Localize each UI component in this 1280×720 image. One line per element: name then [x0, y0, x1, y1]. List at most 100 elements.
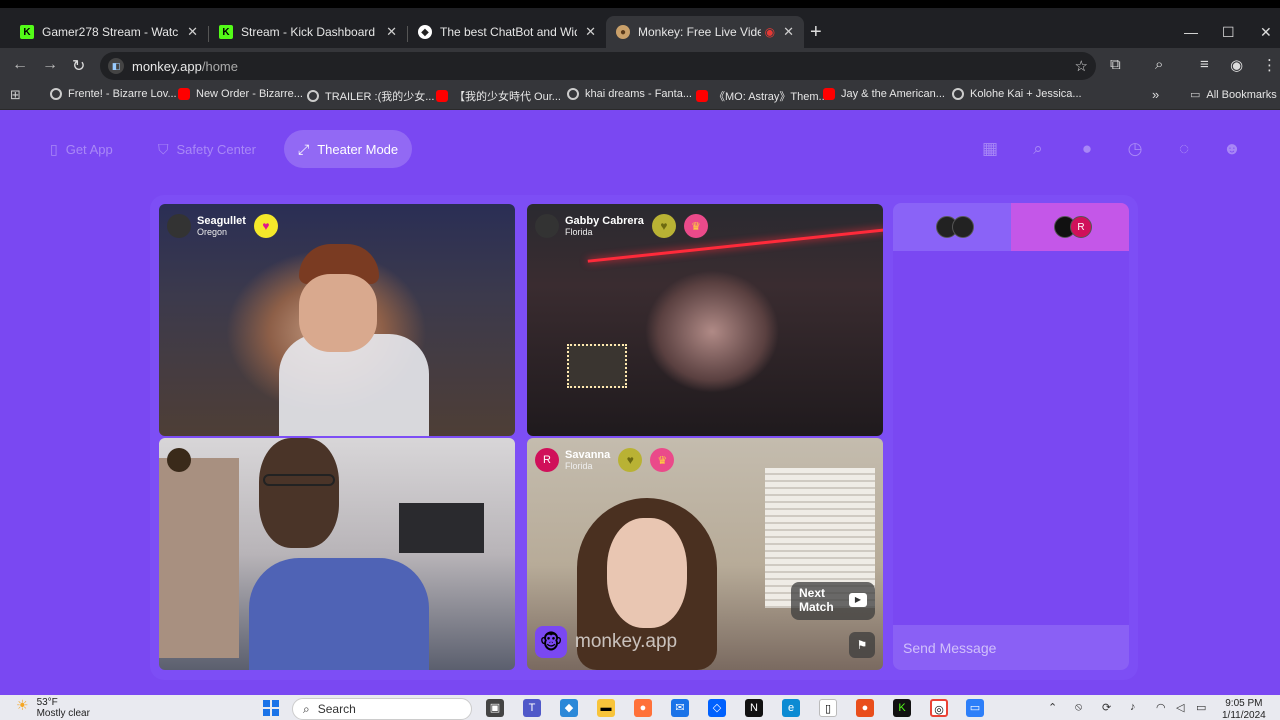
user-info: Gabby Cabrera Florida	[565, 215, 644, 237]
minimize-icon[interactable]: —	[1184, 24, 1198, 40]
firefox-icon[interactable]: ●	[634, 699, 652, 717]
weather-widget[interactable]: ☀ 53°F Mostly clear	[16, 697, 90, 719]
search-icon[interactable]: ⌕	[1027, 138, 1049, 160]
bookmark-item[interactable]: 《MO: Astray》Them...	[696, 88, 828, 104]
clock-time: 9:05 PM	[1225, 698, 1263, 709]
dresser	[159, 458, 239, 658]
bookmark-item[interactable]: Kolohe Kai + Jessica...	[952, 88, 1082, 100]
video-tile-bottom-left[interactable]	[159, 438, 515, 670]
bookmark-item[interactable]: TRAILER :(我的少女...	[307, 88, 434, 104]
bookmark-item[interactable]: 【我的少女時代 Our...	[436, 88, 561, 104]
file-explorer-icon[interactable]: ▬	[597, 699, 615, 717]
close-icon[interactable]: ✕	[386, 24, 397, 40]
avatar[interactable]	[535, 214, 559, 238]
bookmark-star-icon[interactable]: ☆	[1075, 57, 1088, 75]
maximize-icon[interactable]: ☐	[1222, 24, 1235, 41]
windows-start-icon[interactable]	[263, 700, 279, 716]
send-message-input[interactable]	[893, 625, 1129, 670]
tray-sync-icon[interactable]: ⟳	[1102, 701, 1111, 714]
friends-icon[interactable]: ●	[1076, 138, 1098, 160]
back-arrow-icon[interactable]: ←	[12, 56, 28, 74]
screen-recorder-icon[interactable]: ▭	[966, 699, 984, 717]
window-close-icon[interactable]: ✕	[1260, 24, 1272, 41]
chrome-icon[interactable]: ◎	[930, 699, 948, 717]
get-app-label: Get App	[65, 141, 113, 157]
notepad-icon[interactable]: ▯	[819, 699, 837, 717]
site-info-icon[interactable]: ◧	[108, 58, 124, 74]
screen-search-icon[interactable]: ⌕	[1155, 56, 1163, 73]
wifi-icon[interactable]: ◠	[1156, 701, 1166, 714]
history-icon[interactable]: ◷	[1124, 138, 1146, 160]
video-tile-bottom-right[interactable]: R Savanna Florida ♥ ♛ 🐵 monkey.app Next …	[527, 438, 883, 670]
system-clock[interactable]: 9:05 PM 1/11/2024	[1222, 698, 1266, 720]
user-location: Florida	[565, 461, 593, 471]
avatar[interactable]: R	[535, 448, 559, 472]
trophy-badge-icon[interactable]: ♛	[683, 214, 708, 238]
mail-icon[interactable]: ✉	[671, 699, 689, 717]
youtube-icon	[823, 88, 835, 100]
video-tile-top-left[interactable]: Seagullet Oregon ♥	[159, 204, 515, 436]
bookmark-item[interactable]: New Order - Bizarre...	[178, 88, 303, 100]
forward-arrow-icon[interactable]: →	[42, 56, 58, 74]
all-bookmarks[interactable]: ▭ All Bookmarks	[1190, 88, 1277, 102]
app-icon[interactable]: ●	[856, 699, 874, 717]
tab-kick-dashboard[interactable]: K Stream - Kick Dashboard ✕	[209, 16, 407, 48]
menu-kebab-icon[interactable]: ⋮	[1262, 56, 1277, 74]
next-match-button[interactable]: Next Match ▶	[791, 582, 875, 620]
reload-icon[interactable]: ↻	[72, 56, 85, 76]
safety-center-label: Safety Center	[176, 141, 257, 157]
close-icon[interactable]: ✕	[585, 24, 596, 40]
copilot-icon[interactable]: ◆	[560, 699, 578, 717]
profile-icon[interactable]: ◉	[1230, 56, 1243, 74]
get-app-button[interactable]: ▯ Get App	[36, 130, 127, 168]
person-shirt	[249, 558, 429, 670]
bookmark-item[interactable]: khai dreams - Fanta...	[567, 88, 692, 100]
teams-icon[interactable]: T	[523, 699, 541, 717]
user-avatar-icon[interactable]: ☻	[1221, 138, 1243, 160]
battery-icon[interactable]: ▭	[1196, 701, 1206, 714]
bookmark-item[interactable]: Frente! - Bizarre Lov...	[50, 88, 177, 100]
messages-icon[interactable]: ◌	[1173, 138, 1195, 160]
chevron-more-icon[interactable]: »	[1152, 87, 1159, 102]
task-view-icon[interactable]: ▣	[486, 699, 504, 717]
close-icon[interactable]: ✕	[783, 24, 794, 40]
omnibox[interactable]: ◧ monkey.app/home ☆	[100, 52, 1096, 80]
chat-tab-pair-2[interactable]: R	[1011, 203, 1129, 251]
apps-grid-icon[interactable]: ⊞	[10, 87, 21, 103]
safety-center-button[interactable]: ⛉ Safety Center	[144, 130, 270, 168]
tray-chevron-icon[interactable]: ⌃	[1048, 701, 1057, 714]
trophy-badge-icon[interactable]: ♛	[650, 448, 675, 472]
heart-icon[interactable]: ♥	[253, 214, 278, 238]
video-stage: Seagullet Oregon ♥ Gabby Cabrera Florida…	[150, 195, 1138, 680]
shield-icon: ⛉	[158, 140, 169, 157]
notion-icon[interactable]: N	[745, 699, 763, 717]
report-button[interactable]: ⚑	[849, 632, 875, 658]
media-control-icon[interactable]: ≡	[1200, 56, 1209, 73]
user-name: Savanna	[565, 449, 611, 461]
tab-chatbot-widgets[interactable]: ◆ The best ChatBot and Widgets ✕	[408, 16, 606, 48]
gift-icon[interactable]: ▦	[979, 138, 1001, 160]
person-face	[259, 438, 339, 548]
tab-monkey[interactable]: ● Monkey: Free Live Video Ch ◉ ✕	[606, 16, 804, 48]
tab-gamer278-stream[interactable]: K Gamer278 Stream - Watch Live ✕	[10, 16, 208, 48]
taskbar-search[interactable]: ⌕ Search	[292, 698, 472, 720]
bookmark-label: TRAILER :(我的少女...	[325, 91, 435, 103]
tab-title: The best ChatBot and Widgets	[440, 25, 577, 39]
video-tile-top-right[interactable]: Gabby Cabrera Florida ♥ ♛	[527, 204, 883, 436]
edge-icon[interactable]: e	[782, 699, 800, 717]
heart-icon[interactable]: ♥	[618, 448, 643, 472]
heart-icon[interactable]: ♥	[651, 214, 676, 238]
chat-tab-pair-1[interactable]	[893, 203, 1011, 251]
microphone-icon[interactable]: ♪	[1130, 701, 1136, 713]
tray-app-icon[interactable]: ⦸	[1075, 701, 1082, 714]
avatar[interactable]	[167, 448, 191, 472]
theater-mode-button[interactable]: ⤢ Theater Mode	[284, 130, 413, 168]
new-tab-button[interactable]: +	[810, 22, 822, 42]
kick-app-icon[interactable]: K	[893, 699, 911, 717]
volume-icon[interactable]: ◁	[1176, 701, 1184, 714]
extensions-icon[interactable]: ⧉	[1110, 56, 1121, 73]
dropbox-icon[interactable]: ◇	[708, 699, 726, 717]
avatar[interactable]	[167, 214, 191, 238]
bookmark-item[interactable]: Jay & the American...	[823, 88, 945, 100]
close-icon[interactable]: ✕	[187, 24, 198, 40]
